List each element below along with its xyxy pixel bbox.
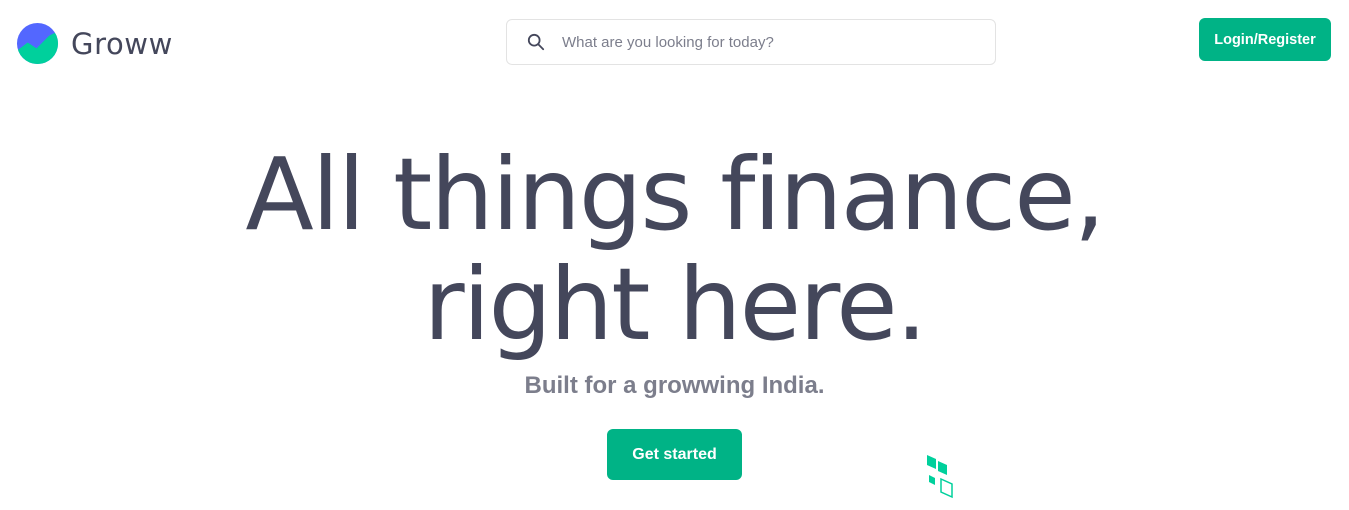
- logo-text: Groww: [71, 26, 173, 61]
- hero-title-line-2: right here.: [423, 246, 928, 363]
- search-icon: [527, 33, 545, 51]
- hero-title: All things finance, right here.: [0, 140, 1349, 360]
- search-bar[interactable]: [506, 19, 996, 65]
- get-started-button[interactable]: Get started: [607, 429, 742, 480]
- login-register-button[interactable]: Login/Register: [1199, 18, 1331, 61]
- page: Groww Login/Register All things finance,…: [0, 0, 1349, 510]
- logo[interactable]: Groww: [16, 22, 173, 65]
- search-input[interactable]: [560, 32, 964, 52]
- hero-title-line-1: All things finance,: [245, 136, 1105, 253]
- decorative-blocks-icon: [927, 455, 953, 499]
- groww-logo-icon: [16, 22, 59, 65]
- hero-subtitle: Built for a growwing India.: [524, 372, 825, 399]
